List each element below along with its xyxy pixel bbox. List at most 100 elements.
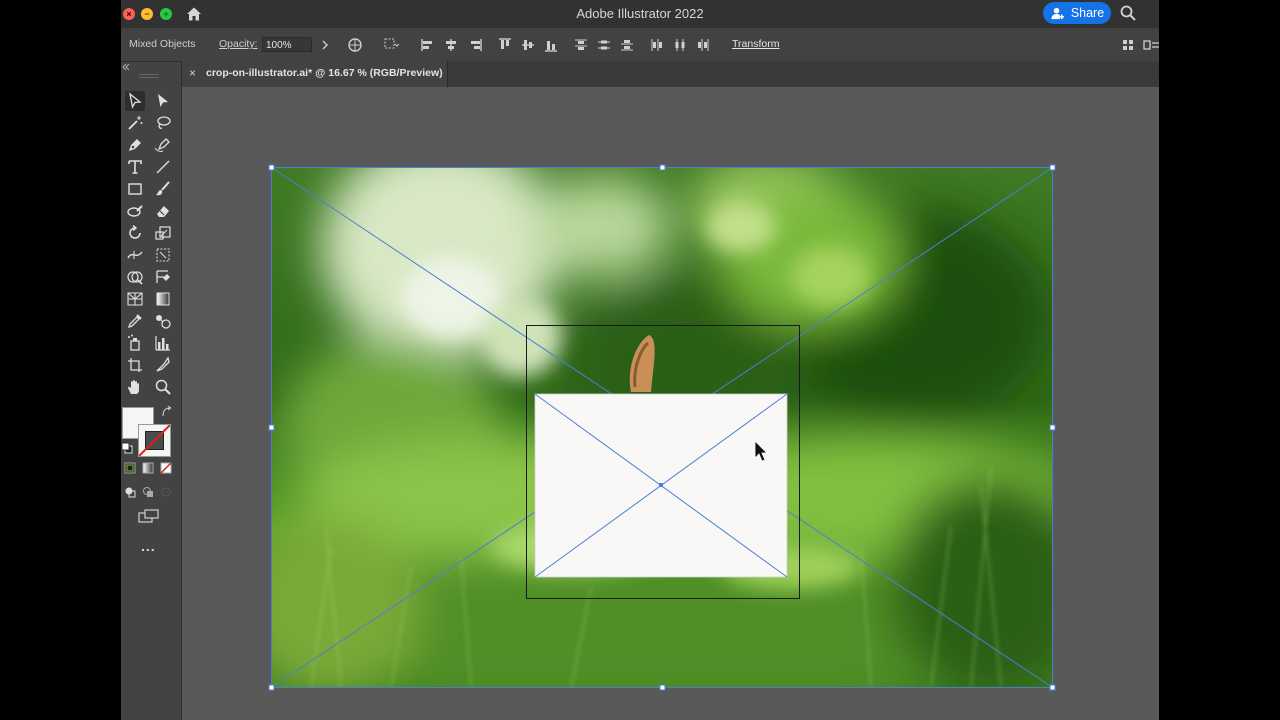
distribute-horizontal-center-icon[interactable] bbox=[672, 37, 688, 53]
opacity-label[interactable]: Opacity: bbox=[219, 38, 258, 50]
home-icon[interactable] bbox=[185, 5, 203, 23]
align-bottom-icon[interactable] bbox=[543, 37, 559, 53]
none-mode-button[interactable] bbox=[159, 461, 173, 475]
hand-tool[interactable] bbox=[125, 377, 145, 397]
gradient-icon bbox=[156, 292, 170, 306]
paintbrush-icon bbox=[156, 181, 170, 196]
opacity-input[interactable]: 100% bbox=[262, 37, 312, 52]
selection-arrow-icon bbox=[129, 92, 142, 109]
placed-photo[interactable] bbox=[271, 167, 1052, 687]
distribute-bottom-icon[interactable] bbox=[619, 37, 635, 53]
user-add-icon bbox=[1051, 7, 1064, 19]
live-paint-bucket-tool[interactable] bbox=[153, 267, 173, 287]
column-graph-tool[interactable] bbox=[153, 333, 173, 353]
hand-icon bbox=[128, 380, 139, 394]
title-bar: × − + Adobe Illustrator 2022 Share bbox=[121, 0, 1159, 28]
screen-mode-icon bbox=[138, 509, 159, 523]
stroke-swatch[interactable] bbox=[138, 424, 171, 457]
recolor-artwork-icon[interactable] bbox=[347, 37, 363, 53]
selection-tool[interactable] bbox=[125, 91, 145, 111]
window-close-button[interactable]: × bbox=[123, 8, 135, 20]
line-segment-icon bbox=[156, 160, 170, 174]
draw-normal-button[interactable] bbox=[123, 485, 137, 499]
scale-tool[interactable] bbox=[153, 223, 173, 243]
blend-tool[interactable] bbox=[153, 311, 173, 331]
edit-toolbar-button[interactable]: ... bbox=[141, 538, 156, 554]
gradient-mode-button[interactable] bbox=[141, 461, 155, 475]
gradient-tool[interactable] bbox=[153, 289, 173, 309]
paintbrush-tool[interactable] bbox=[153, 179, 173, 199]
perspective-grid-tool[interactable] bbox=[125, 289, 145, 309]
draw-behind-button[interactable] bbox=[141, 485, 155, 499]
eraser-tool[interactable] bbox=[153, 201, 173, 221]
shape-builder-tool[interactable] bbox=[125, 267, 145, 287]
curvature-tool[interactable] bbox=[153, 135, 173, 155]
distribute-right-icon[interactable] bbox=[695, 37, 711, 53]
align-to-icon[interactable] bbox=[383, 37, 399, 53]
rectangle-tool[interactable] bbox=[125, 179, 145, 199]
blurred-forest-photo bbox=[271, 167, 1052, 687]
distribute-vertical-center-icon[interactable] bbox=[596, 37, 612, 53]
symbol-sprayer-tool[interactable] bbox=[125, 333, 145, 353]
search-icon[interactable] bbox=[1119, 4, 1137, 22]
zoom-icon bbox=[155, 379, 171, 395]
type-t-icon bbox=[128, 160, 142, 174]
document-tab[interactable]: × crop-on-illustrator.ai* @ 16.67 % (RGB… bbox=[182, 61, 448, 87]
magic-wand-tool[interactable] bbox=[125, 113, 145, 133]
direct-selection-arrow-icon bbox=[158, 94, 168, 107]
free-transform-tool[interactable] bbox=[153, 245, 173, 265]
slice-tool[interactable] bbox=[153, 355, 173, 375]
free-transform-icon bbox=[156, 248, 170, 262]
shape-builder-icon bbox=[127, 271, 143, 285]
lasso-tool[interactable] bbox=[153, 113, 173, 133]
document-tab-bar: × crop-on-illustrator.ai* @ 16.67 % (RGB… bbox=[182, 61, 1159, 87]
live-paint-bucket-icon bbox=[156, 270, 170, 283]
document-tab-title: crop-on-illustrator.ai* @ 16.67 % (RGB/P… bbox=[206, 67, 443, 79]
scale-icon bbox=[155, 226, 171, 240]
width-tool[interactable] bbox=[125, 245, 145, 265]
swap-fill-stroke-icon[interactable] bbox=[161, 406, 173, 418]
chevron-right-icon[interactable] bbox=[317, 37, 333, 53]
workspace-switcher-icon[interactable] bbox=[1143, 37, 1159, 53]
gradient-swatch-icon bbox=[142, 462, 154, 474]
collapse-panel-icon[interactable] bbox=[121, 62, 131, 72]
pen-tool[interactable] bbox=[125, 135, 145, 155]
window-minimize-button[interactable]: − bbox=[141, 8, 153, 20]
rotate-icon bbox=[129, 224, 141, 239]
eyedropper-icon bbox=[127, 314, 142, 329]
distribute-top-icon[interactable] bbox=[573, 37, 589, 53]
distribute-left-icon[interactable] bbox=[649, 37, 665, 53]
curvature-pen-icon bbox=[154, 138, 170, 152]
line-segment-tool[interactable] bbox=[153, 157, 173, 177]
artboard-icon bbox=[128, 358, 142, 372]
arrange-documents-icon[interactable] bbox=[1120, 37, 1136, 53]
color-mode-button[interactable] bbox=[123, 461, 137, 475]
shaper-tool[interactable] bbox=[125, 201, 145, 221]
eyedropper-tool[interactable] bbox=[125, 311, 145, 331]
align-right-icon[interactable] bbox=[467, 37, 483, 53]
default-fill-stroke-icon[interactable] bbox=[121, 442, 133, 454]
direct-selection-tool[interactable] bbox=[153, 91, 173, 111]
tab-close-button[interactable]: × bbox=[189, 66, 196, 80]
type-tool[interactable] bbox=[125, 157, 145, 177]
draw-inside-button[interactable] bbox=[159, 485, 173, 499]
panel-grip[interactable] bbox=[139, 74, 159, 78]
pen-nib-icon bbox=[129, 139, 141, 151]
artboard-tool[interactable] bbox=[125, 355, 145, 375]
rotate-tool[interactable] bbox=[125, 223, 145, 243]
share-button[interactable]: Share bbox=[1043, 2, 1111, 24]
shaper-icon bbox=[127, 205, 143, 217]
change-screen-mode-button[interactable] bbox=[137, 508, 161, 524]
transform-link[interactable]: Transform bbox=[732, 38, 779, 50]
canvas-area[interactable] bbox=[182, 87, 1159, 720]
align-top-icon[interactable] bbox=[497, 37, 513, 53]
symbol-sprayer-icon bbox=[128, 334, 140, 351]
align-left-icon[interactable] bbox=[420, 37, 436, 53]
align-vertical-center-icon[interactable] bbox=[520, 37, 536, 53]
slice-knife-icon bbox=[156, 356, 170, 372]
blend-icon bbox=[156, 315, 171, 329]
align-horizontal-center-icon[interactable] bbox=[443, 37, 459, 53]
zoom-tool[interactable] bbox=[153, 377, 173, 397]
window-maximize-button[interactable]: + bbox=[160, 8, 172, 20]
rectangle-icon bbox=[128, 183, 142, 195]
